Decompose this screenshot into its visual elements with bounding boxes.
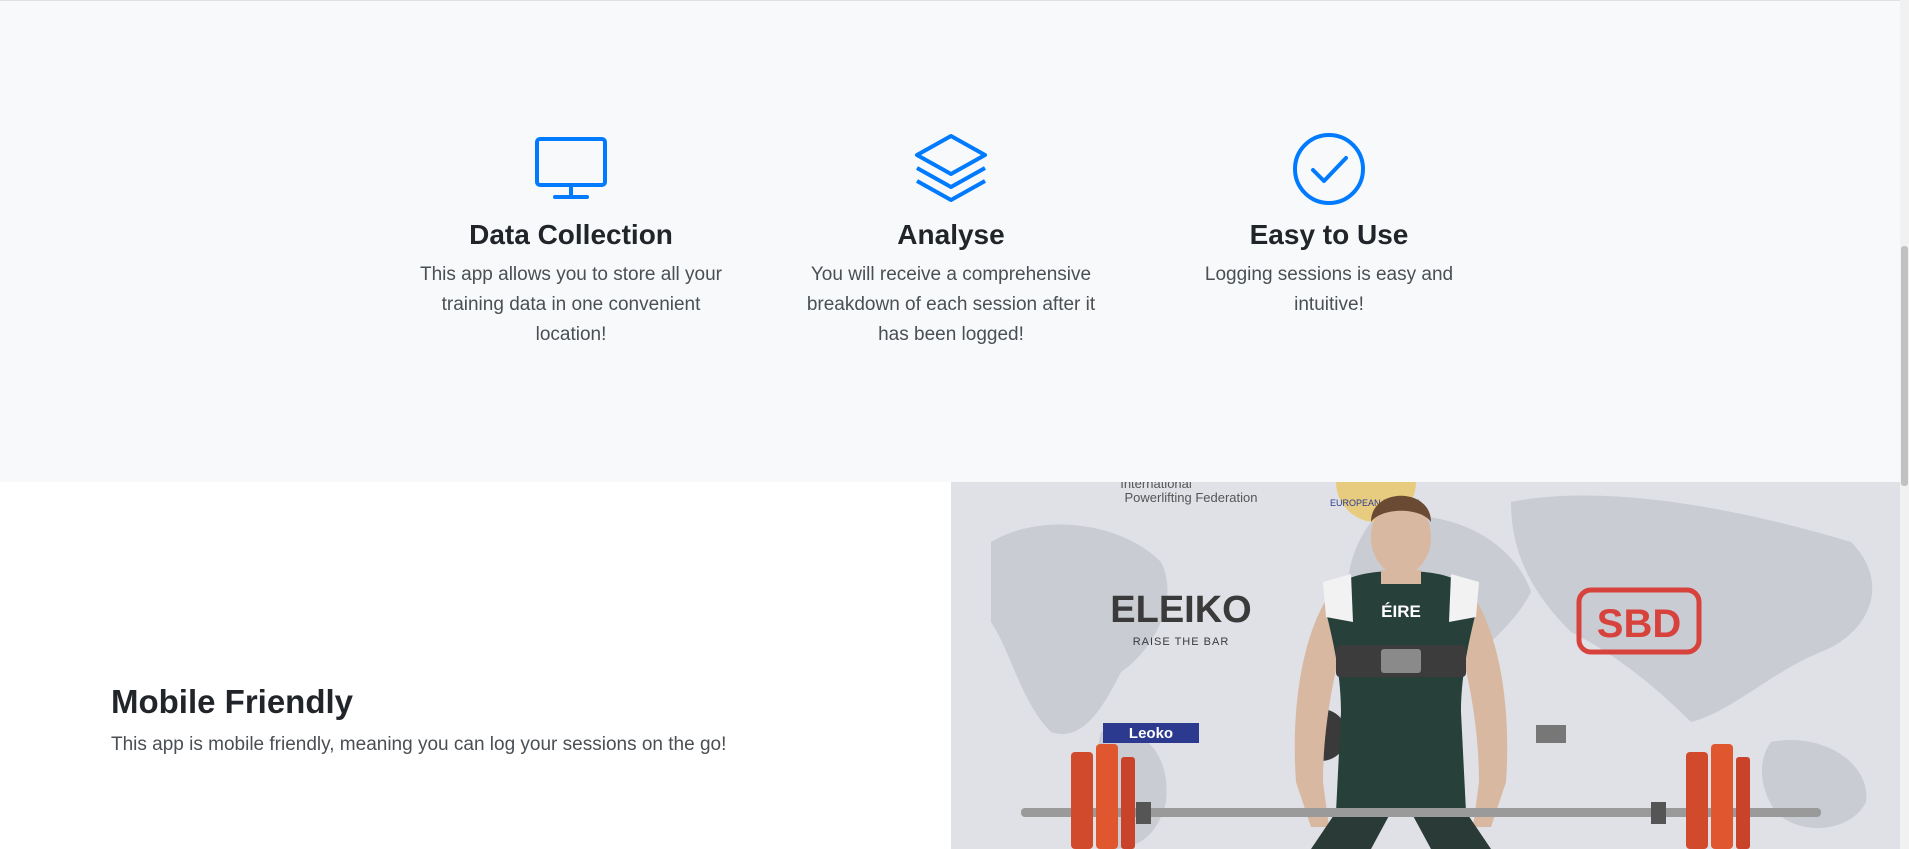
- feature-description: You will receive a comprehensive breakdo…: [806, 264, 1096, 345]
- sponsor-leoko: Leoko: [1129, 725, 1173, 742]
- features-section: Data Collection This app allows you to s…: [0, 1, 1900, 482]
- sponsor-eleiko: ELEIKO: [1110, 589, 1251, 631]
- showcase-section: Mobile Friendly This app is mobile frien…: [0, 482, 1900, 849]
- feature-analyse: Analyse You will receive a comprehensive…: [796, 131, 1106, 350]
- desktop-monitor-icon: [535, 137, 607, 199]
- showcase-image: International Powerlifting Federation EU…: [951, 482, 1900, 849]
- sponsor-logo-small: [1536, 725, 1566, 743]
- powerlifter-photo: International Powerlifting Federation EU…: [951, 482, 1900, 849]
- feature-data-collection: Data Collection This app allows you to s…: [416, 131, 726, 350]
- singlet-text: ÉIRE: [1381, 602, 1421, 621]
- banner-text-ipf-2: Powerlifting Federation: [1125, 490, 1258, 505]
- feature-easy-to-use: Easy to Use Logging sessions is easy and…: [1174, 131, 1484, 320]
- feature-description: Logging sessions is easy and intuitive!: [1204, 264, 1454, 315]
- page-scrollbar[interactable]: [1900, 0, 1909, 849]
- layers-icon: [915, 134, 987, 202]
- showcase-text-panel: Mobile Friendly This app is mobile frien…: [0, 482, 951, 849]
- feature-title: Analyse: [897, 219, 1005, 250]
- scrollbar-thumb[interactable]: [1901, 246, 1908, 486]
- showcase-description: This app is mobile friendly, meaning you…: [111, 734, 727, 755]
- showcase-title: Mobile Friendly: [111, 683, 354, 720]
- sponsor-eleiko-tagline: RAISE THE BAR: [1133, 636, 1230, 648]
- feature-title: Easy to Use: [1249, 219, 1409, 250]
- feature-title: Data Collection: [469, 219, 673, 250]
- sponsor-sbd: SBD: [1597, 602, 1681, 646]
- feature-description: This app allows you to store all your tr…: [419, 264, 723, 345]
- check-circle-icon: [1293, 133, 1365, 205]
